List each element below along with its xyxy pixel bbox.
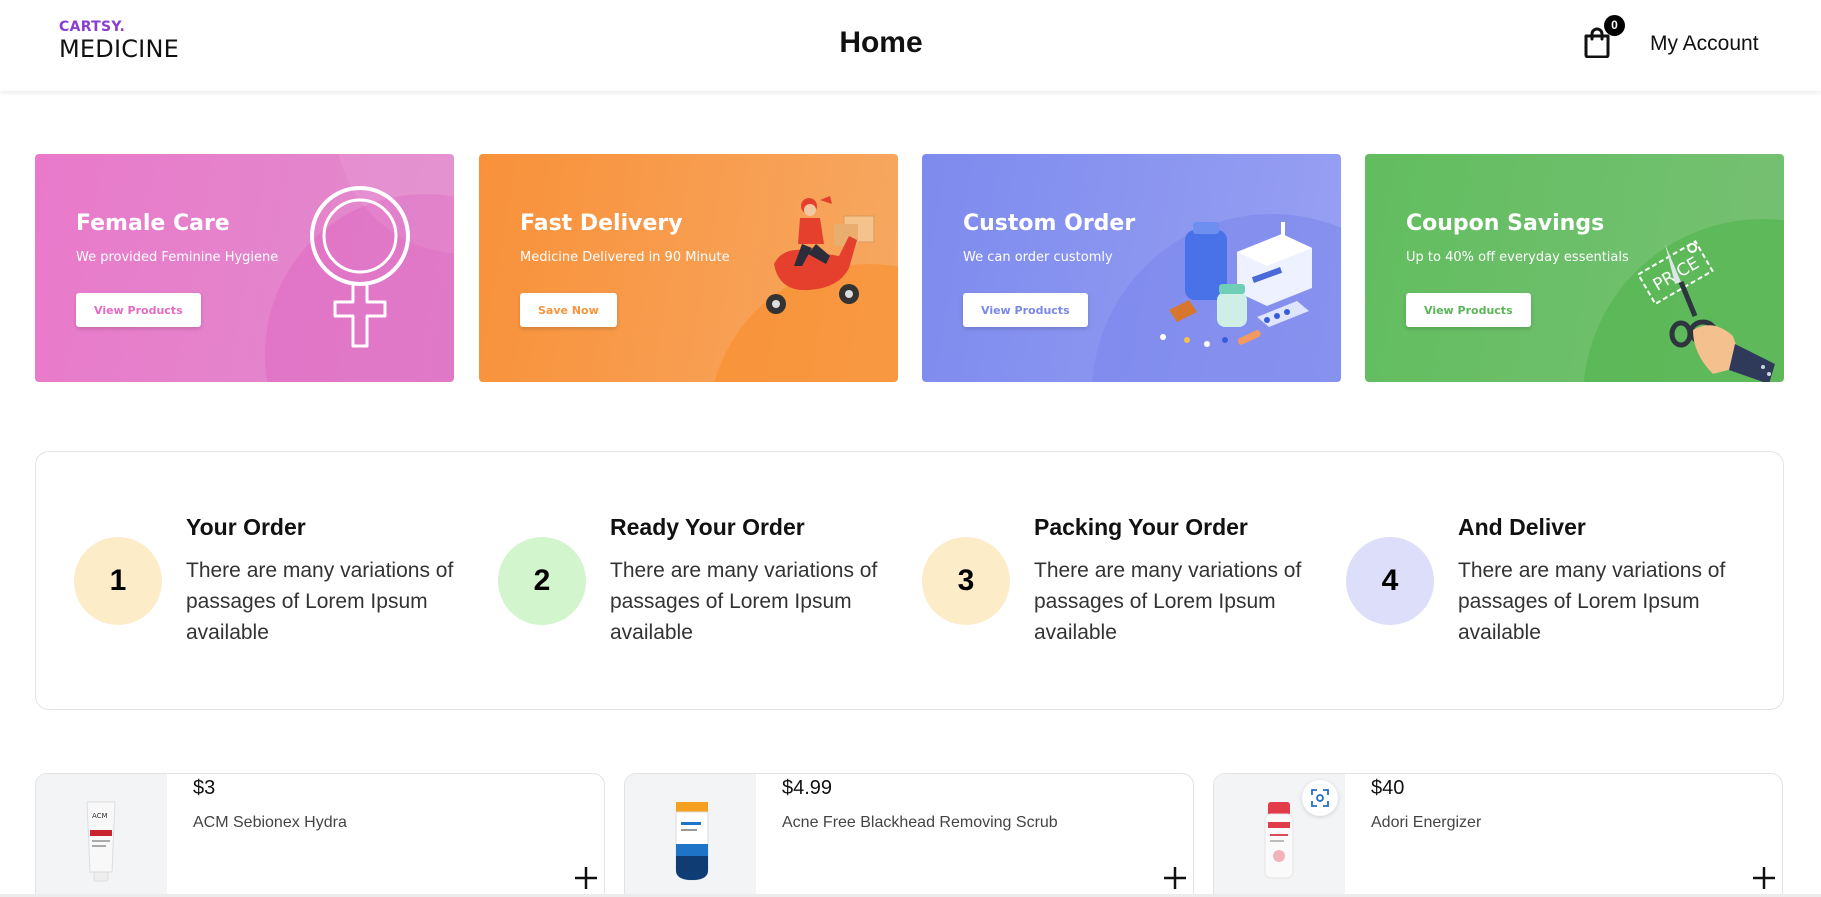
plus-icon[interactable]: [572, 864, 600, 892]
product-price: $40: [1371, 777, 1405, 799]
promo-card-custom-order[interactable]: Custom Order We can order customly View …: [922, 154, 1341, 382]
plus-icon[interactable]: [1750, 864, 1778, 892]
step-ready-your-order: 2 Ready Your Order There are many variat…: [460, 452, 884, 709]
step-number-badge: 1: [74, 537, 162, 625]
top-header: CARTSY. MEDICINE Home 0 My Account: [0, 0, 1821, 91]
save-now-button[interactable]: Save Now: [520, 293, 617, 327]
product-image[interactable]: ACM: [36, 774, 167, 896]
promo-title: Coupon Savings: [1406, 211, 1605, 236]
step-title: And Deliver: [1458, 514, 1586, 540]
product-card[interactable]: $40 Adori Energizer: [1213, 773, 1783, 897]
product-image[interactable]: [625, 774, 756, 896]
step-number-badge: 2: [498, 537, 586, 625]
delivery-scooter-icon: [766, 196, 875, 314]
step-description: There are many variations of passages of…: [1458, 559, 1726, 644]
product-card[interactable]: ACM $3 ACM Sebionex Hydra: [35, 773, 605, 897]
view-products-button[interactable]: View Products: [963, 293, 1088, 327]
promo-card-female-care[interactable]: Female Care We provided Feminine Hygiene…: [35, 154, 454, 382]
cream-tube-icon: ACM: [86, 801, 116, 882]
scrub-tube-icon: [675, 802, 709, 881]
step-and-deliver: 4 And Deliver There are many variations …: [1308, 452, 1732, 709]
promo-subtitle: Medicine Delivered in 90 Minute: [520, 250, 730, 265]
product-name[interactable]: Acne Free Blackhead Removing Scrub: [782, 814, 1058, 832]
promo-subtitle: Up to 40% off everyday essentials: [1406, 250, 1629, 265]
product-price: $4.99: [782, 777, 833, 799]
step-description: There are many variations of passages of…: [186, 559, 454, 644]
supplement-bottle-icon: [1264, 802, 1294, 879]
product-image[interactable]: [1214, 774, 1345, 896]
my-account-link[interactable]: My Account: [1650, 32, 1759, 56]
visual-search-button[interactable]: [1302, 780, 1338, 816]
step-description: There are many variations of passages of…: [610, 559, 878, 644]
promo-title: Female Care: [76, 211, 230, 236]
step-title: Packing Your Order: [1034, 514, 1248, 540]
product-name[interactable]: ACM Sebionex Hydra: [193, 814, 347, 832]
medicine-bottles-icon: [1160, 222, 1312, 347]
promo-subtitle: We can order customly: [963, 250, 1113, 265]
product-price: $3: [193, 777, 216, 799]
cart-count-badge: 0: [1604, 15, 1625, 36]
step-your-order: 1 Your Order There are many variations o…: [36, 452, 460, 709]
promo-title: Custom Order: [963, 211, 1136, 236]
order-steps-panel: 1 Your Order There are many variations o…: [35, 451, 1784, 710]
promo-title: Fast Delivery: [520, 211, 683, 236]
scissors-coupon-icon: PRICE: [1636, 240, 1775, 382]
scan-icon: [1311, 789, 1329, 807]
tube-brand-text: ACM: [92, 812, 108, 820]
product-card[interactable]: $4.99 Acne Free Blackhead Removing Scrub: [624, 773, 1194, 897]
promo-card-fast-delivery[interactable]: Fast Delivery Medicine Delivered in 90 M…: [479, 154, 898, 382]
promo-card-coupon-savings[interactable]: PRICE Coupon Savings Up to 40% off every…: [1365, 154, 1784, 382]
step-title: Ready Your Order: [610, 514, 805, 540]
page-title: Home: [839, 26, 923, 59]
view-products-button[interactable]: View Products: [76, 293, 201, 327]
female-symbol-icon: [310, 186, 410, 348]
step-number-badge: 3: [922, 537, 1010, 625]
promo-subtitle: We provided Feminine Hygiene: [76, 250, 279, 265]
product-name[interactable]: Adori Energizer: [1371, 814, 1481, 832]
step-description: There are many variations of passages of…: [1034, 559, 1302, 644]
step-number-badge: 4: [1346, 537, 1434, 625]
step-title: Your Order: [186, 514, 306, 540]
step-packing-your-order: 3 Packing Your Order There are many vari…: [884, 452, 1308, 709]
view-products-button[interactable]: View Products: [1406, 293, 1531, 327]
plus-icon[interactable]: [1161, 864, 1189, 892]
